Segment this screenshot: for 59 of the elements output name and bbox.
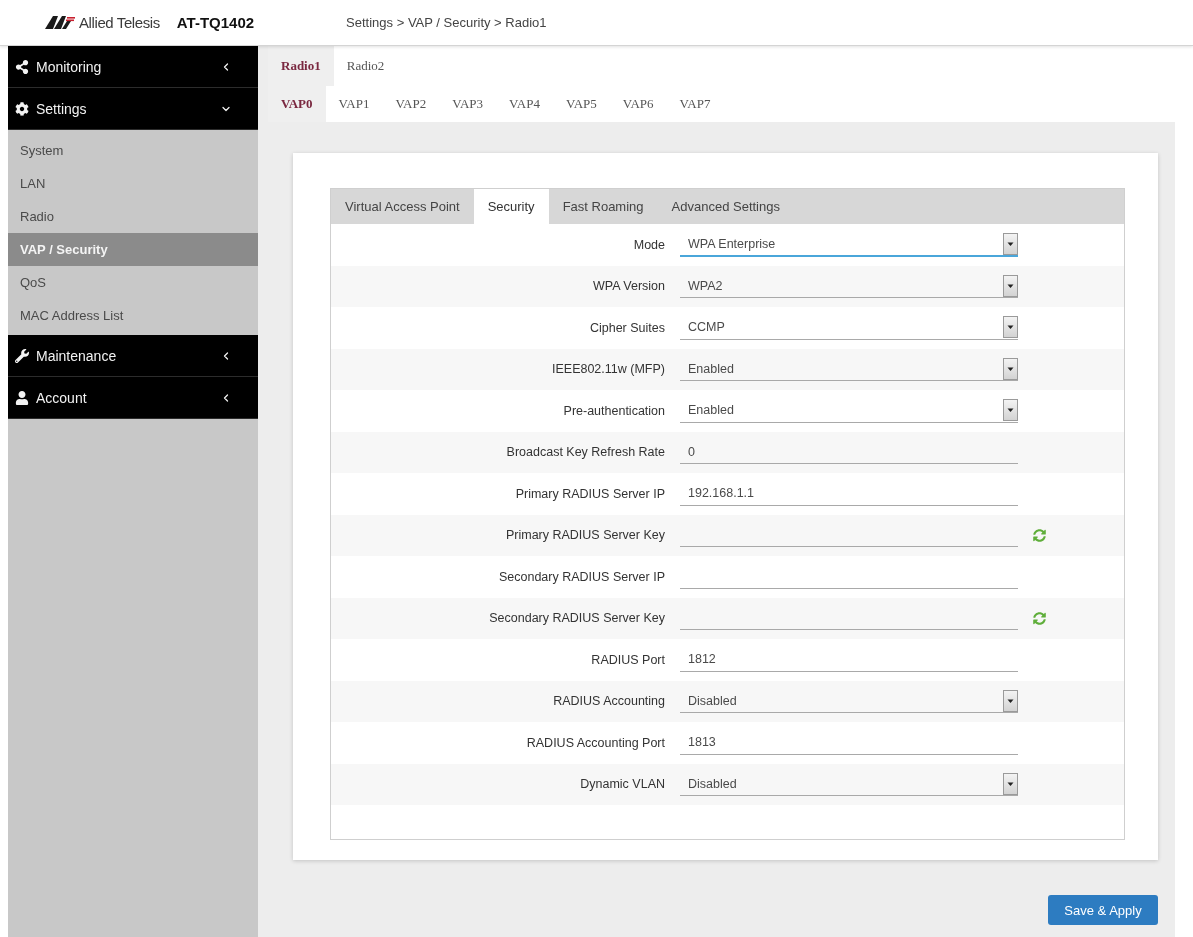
field-label: Secondary RADIUS Server Key [489,611,665,626]
vap-tab[interactable]: VAP1 [325,86,383,122]
device-model: AT-TQ1402 [176,14,255,31]
field-label: Secondary RADIUS Server IP [498,569,665,584]
field-label: Pre-authentication [563,403,665,418]
section-tab[interactable]: Fast Roaming [548,189,658,224]
vap-tab[interactable]: VAP0 [268,86,326,122]
select-field[interactable]: Enabled [680,357,1018,382]
field-label: IEEE802.11w (MFP) [552,362,665,377]
field-label: RADIUS Accounting [553,694,665,709]
radio-tab[interactable]: Radio2 [333,46,398,86]
user-icon [15,390,29,405]
vap-tab[interactable]: VAP2 [382,86,440,122]
refresh-icon[interactable] [1033,611,1046,625]
field-label: Broadcast Key Refresh Rate [506,445,665,460]
field-label: Cipher Suites [589,320,665,335]
select-field[interactable]: WPA Enterprise [680,232,1018,257]
section-tab[interactable]: Security [473,189,549,224]
wrench-icon [15,348,29,363]
input-field[interactable]: 0 [680,440,1018,465]
vap-tab[interactable]: VAP6 [609,86,667,122]
section-tab[interactable]: Advanced Settings [657,189,794,224]
nav-subitem[interactable]: MAC Address List [8,299,258,332]
nav-item[interactable]: Account [8,377,258,419]
field-label: Primary RADIUS Server IP [515,486,665,501]
vap-tab[interactable]: VAP3 [439,86,497,122]
select-field[interactable]: Disabled [680,772,1018,797]
nav-item[interactable]: Settings [8,88,258,130]
gear-icon [15,101,29,116]
breadcrumb: Settings > VAP / Security > Radio1 [346,15,547,30]
vap-tab[interactable]: VAP5 [552,86,610,122]
field-label: RADIUS Port [591,652,665,667]
section-tab[interactable]: Virtual Access Point [331,189,474,224]
field-label: WPA Version [592,279,665,294]
field-label: RADIUS Accounting Port [526,735,665,750]
vap-tab[interactable]: VAP4 [496,86,553,122]
input-field[interactable]: 192.168.1.1 [680,481,1018,506]
brand-name: Allied Telesis [79,14,160,31]
save-apply-button[interactable]: Save & Apply [1048,895,1158,925]
nav-subitem[interactable]: LAN [8,167,258,200]
nav-item[interactable]: Maintenance [8,335,258,377]
field-label: Mode [633,237,665,252]
share-icon [15,59,29,74]
select-field[interactable]: Enabled [680,398,1018,423]
select-field[interactable]: CCMP [680,315,1018,340]
vap-tab[interactable]: VAP7 [666,86,724,122]
refresh-icon[interactable] [1033,528,1046,542]
radio-tab[interactable]: Radio1 [268,46,334,86]
select-field[interactable]: Disabled [680,689,1018,714]
nav-subitem[interactable]: QoS [8,266,258,299]
input-field[interactable]: 1812 [680,647,1018,672]
input-field[interactable]: 1813 [680,730,1018,755]
logo-icon [45,16,75,29]
select-field[interactable]: WPA2 [680,274,1018,299]
field-label: Dynamic VLAN [580,777,665,792]
nav-item[interactable]: Monitoring [8,46,258,88]
nav-subitem[interactable]: Radio [8,200,258,233]
nav-subitem[interactable]: System [8,134,258,167]
field-label: Primary RADIUS Server Key [505,528,665,543]
